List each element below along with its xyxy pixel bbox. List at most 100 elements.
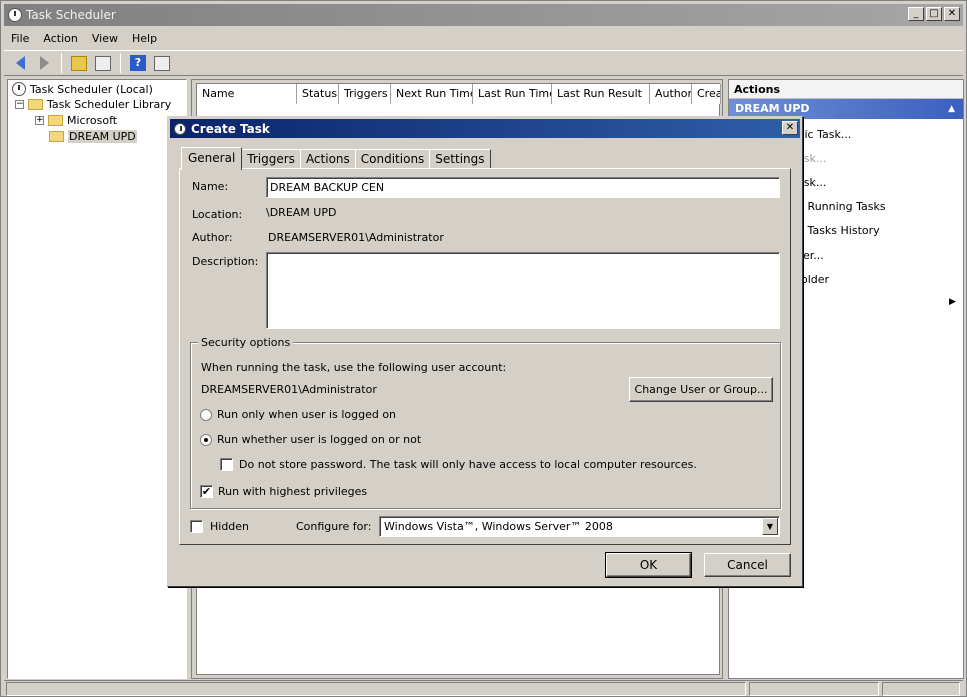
expand-icon[interactable]: +: [35, 116, 44, 125]
name-field[interactable]: DREAM BACKUP CEN: [266, 177, 780, 198]
menu-bar: File Action View Help: [4, 28, 963, 48]
col-name[interactable]: Name: [197, 84, 297, 104]
highest-privileges-checkbox[interactable]: ✔: [200, 485, 213, 498]
tab-actions[interactable]: Actions: [299, 149, 356, 169]
col-created[interactable]: Creat: [692, 84, 721, 104]
tree-dream-upd-label: DREAM UPD: [68, 130, 137, 143]
collapse-icon[interactable]: −: [15, 100, 24, 109]
up-folder-button[interactable]: [69, 53, 89, 73]
no-store-password-label: Do not store password. The task will onl…: [239, 458, 697, 471]
no-store-password-checkbox[interactable]: [220, 458, 233, 471]
configure-for-label: Configure for:: [296, 520, 372, 533]
hidden-checkbox[interactable]: [190, 520, 203, 533]
description-field[interactable]: [266, 252, 780, 329]
name-label: Name:: [192, 180, 229, 193]
collapse-up-icon: ▲: [948, 104, 955, 114]
account-prompt: When running the task, use the following…: [201, 361, 507, 374]
tab-settings[interactable]: Settings: [429, 149, 491, 169]
dialog-close-button[interactable]: ✕: [782, 121, 798, 135]
toolbar-separator: [61, 53, 62, 73]
clock-icon: [12, 82, 26, 96]
dialog-tabs: General Triggers Actions Conditions Sett…: [181, 147, 491, 170]
author-label: Author:: [192, 231, 233, 244]
column-headers: Name Status Triggers Next Run Time Last …: [197, 84, 721, 104]
clock-icon: [174, 122, 186, 135]
minimize-button[interactable]: _: [908, 7, 924, 21]
action-new-folder[interactable]: er...: [803, 249, 824, 262]
col-author[interactable]: Author: [650, 84, 692, 104]
actions-header: Actions: [729, 80, 963, 99]
up-folder-icon: [71, 55, 87, 71]
title-bar: Task Scheduler _ □ ✕: [4, 4, 963, 26]
radio-whether-logged-on[interactable]: [200, 434, 212, 446]
author-value: DREAMSERVER01\Administrator: [268, 231, 444, 244]
highest-privileges-label: Run with highest privileges: [218, 485, 368, 498]
radio-logged-on-label: Run only when user is logged on: [217, 408, 397, 421]
security-options-legend: Security options: [198, 336, 294, 349]
dialog-title-bar: Create Task ✕: [170, 119, 800, 138]
maximize-button[interactable]: □: [926, 7, 942, 21]
folder-icon: [48, 115, 63, 126]
change-user-button[interactable]: Change User or Group...: [629, 377, 773, 402]
account-value: DREAMSERVER01\Administrator: [201, 383, 377, 396]
dialog-title: Create Task: [191, 121, 270, 136]
description-label: Description:: [192, 255, 259, 268]
menu-view[interactable]: View: [85, 32, 125, 45]
action-delete-folder[interactable]: older: [801, 273, 829, 286]
tree-dream-upd[interactable]: DREAM UPD: [49, 130, 137, 143]
tab-conditions[interactable]: Conditions: [354, 149, 431, 169]
radio-logged-on[interactable]: [200, 409, 212, 421]
configure-for-value: Windows Vista™, Windows Server™ 2008: [384, 520, 613, 533]
show-hide-tree-button[interactable]: [93, 53, 113, 73]
location-value: \DREAM UPD: [266, 206, 337, 219]
forward-button[interactable]: [34, 53, 54, 73]
ok-button[interactable]: OK: [605, 552, 692, 578]
toolbar: ?: [4, 50, 963, 76]
tree-microsoft-label: Microsoft: [67, 114, 118, 127]
help-button[interactable]: ?: [128, 53, 148, 73]
create-task-dialog: Create Task ✕ General Triggers Actions C…: [167, 116, 803, 587]
menu-action[interactable]: Action: [36, 32, 84, 45]
folder-icon: [49, 131, 64, 142]
status-bar: [4, 680, 963, 696]
help-icon: ?: [130, 55, 146, 71]
dropdown-arrow-icon[interactable]: ▼: [762, 518, 778, 535]
tab-triggers[interactable]: Triggers: [241, 149, 301, 169]
folder-clock-icon: [28, 99, 43, 110]
forward-arrow-icon: [39, 56, 49, 70]
col-last-run[interactable]: Last Run Time: [473, 84, 552, 104]
action-display-running[interactable]: l Running Tasks: [801, 200, 886, 213]
tree-microsoft[interactable]: + Microsoft: [35, 114, 117, 127]
menu-help[interactable]: Help: [125, 32, 164, 45]
tab-general[interactable]: General: [181, 147, 243, 170]
status-panel-3: [882, 682, 960, 696]
window-title: Task Scheduler: [26, 8, 116, 22]
configure-for-select[interactable]: Windows Vista™, Windows Server™ 2008 ▼: [379, 516, 780, 537]
menu-file[interactable]: File: [4, 32, 36, 45]
toolbar-separator: [120, 53, 121, 73]
back-button[interactable]: [10, 53, 30, 73]
cancel-button[interactable]: Cancel: [704, 553, 791, 577]
location-label: Location:: [192, 208, 243, 221]
clock-icon: [8, 8, 22, 22]
submenu-arrow-icon[interactable]: ▶: [949, 297, 956, 307]
tree-root[interactable]: Task Scheduler (Local): [12, 82, 153, 96]
tree-library-label: Task Scheduler Library: [47, 98, 172, 111]
tree-library[interactable]: − Task Scheduler Library: [15, 98, 171, 111]
close-button[interactable]: ✕: [944, 7, 960, 21]
console-tree: Task Scheduler (Local) − Task Scheduler …: [7, 79, 187, 679]
hidden-label: Hidden: [210, 520, 250, 533]
col-triggers[interactable]: Triggers: [339, 84, 391, 104]
back-arrow-icon: [15, 56, 25, 70]
col-next-run[interactable]: Next Run Time: [391, 84, 473, 104]
action-pane-icon: [154, 55, 170, 71]
tree-root-label: Task Scheduler (Local): [30, 82, 153, 96]
console-tree-icon: [95, 55, 111, 71]
show-action-pane-button[interactable]: [152, 53, 172, 73]
status-panel-main: [6, 682, 746, 696]
col-last-result[interactable]: Last Run Result: [552, 84, 650, 104]
col-status[interactable]: Status: [297, 84, 339, 104]
status-panel-2: [749, 682, 879, 696]
radio-whether-logged-on-label: Run whether user is logged on or not: [217, 433, 422, 446]
action-tasks-history[interactable]: l Tasks History: [801, 224, 880, 237]
